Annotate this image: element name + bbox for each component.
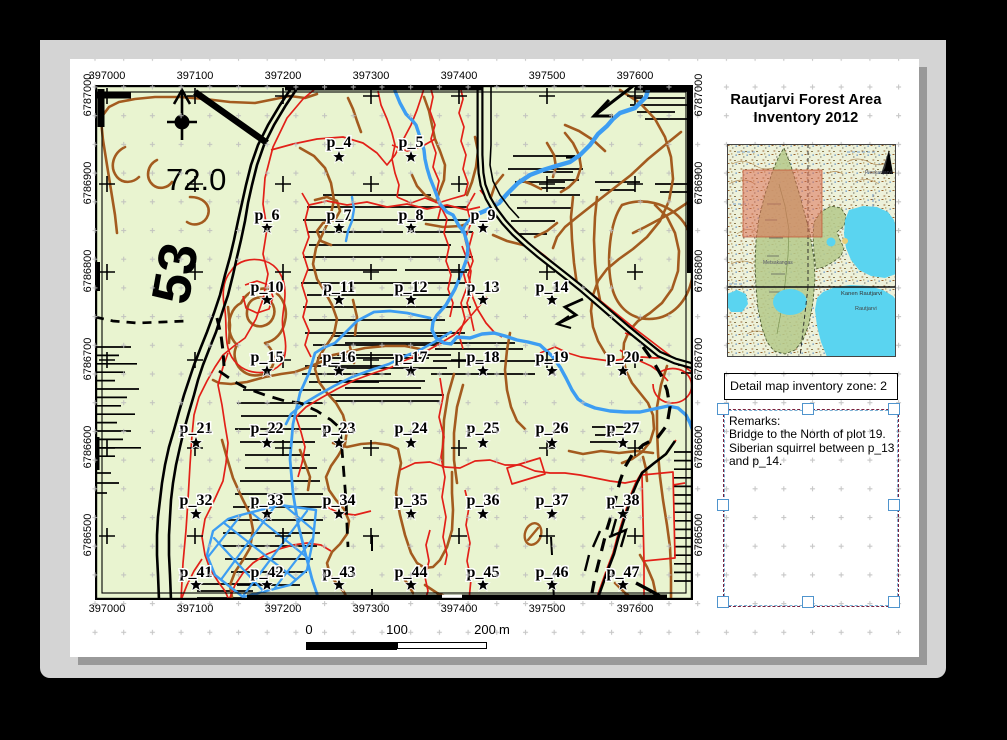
svg-text:Pieskanjarvi: Pieskanjarvi: [865, 170, 892, 176]
svg-text:Kanen Rautjarvi: Kanen Rautjarvi: [841, 291, 882, 297]
svg-text:Metsakangas: Metsakangas: [763, 260, 793, 266]
svg-text:Rautjarvi: Rautjarvi: [855, 306, 877, 312]
